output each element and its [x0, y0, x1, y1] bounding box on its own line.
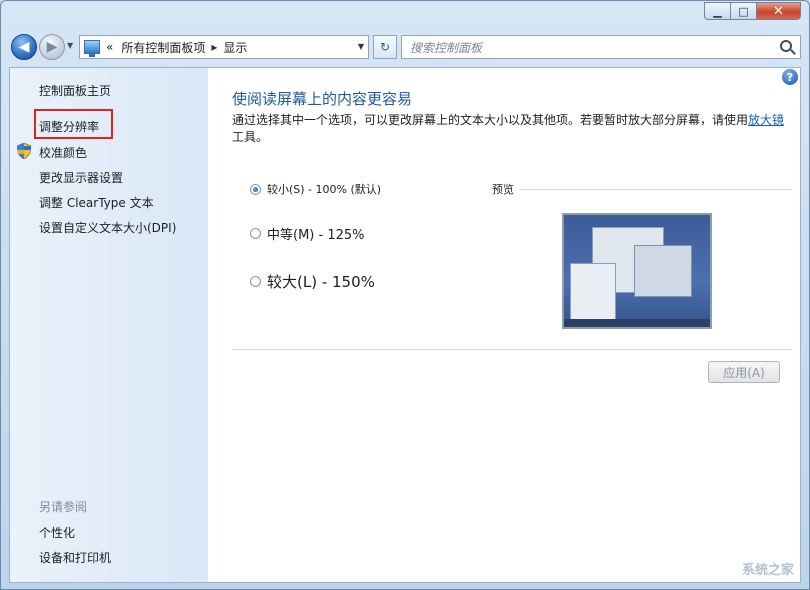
- option-larger[interactable]: 较大(L) - 150%: [250, 271, 375, 292]
- radio-smaller[interactable]: [250, 183, 261, 195]
- radio-larger[interactable]: [250, 276, 261, 287]
- description-text-end: 工具。: [232, 130, 269, 144]
- separator: [232, 349, 792, 350]
- sidebar-item-home[interactable]: 控制面板主页: [39, 82, 111, 99]
- preview-taskbar: [564, 319, 710, 327]
- page-description: 通过选择其中一个选项，可以更改屏幕上的文本大小以及其他项。若要暂时放大部分屏幕，…: [232, 112, 792, 146]
- recent-pages-dropdown[interactable]: ▼: [67, 41, 73, 50]
- breadcrumb-separator-icon[interactable]: ▸: [211, 40, 217, 54]
- preview-divider: [520, 189, 792, 190]
- refresh-button[interactable]: ↻: [373, 35, 397, 59]
- watermark-logo: 系统之家: [741, 563, 794, 578]
- sidebar-item-devices-printers[interactable]: 设备和打印机: [39, 549, 111, 566]
- close-button[interactable]: ✕: [757, 2, 801, 20]
- sidebar-item-display-settings[interactable]: 更改显示器设置: [39, 169, 123, 186]
- radio-medium[interactable]: [250, 228, 261, 239]
- shield-icon: [17, 143, 31, 159]
- preview-window-front: [634, 245, 692, 297]
- option-medium-label: 中等(M) - 125%: [267, 228, 365, 243]
- maximize-button[interactable]: □: [731, 2, 757, 20]
- option-medium[interactable]: 中等(M) - 125%: [250, 224, 364, 243]
- breadcrumb-display[interactable]: 显示: [223, 39, 247, 56]
- task-pane: 控制面板主页 调整分辨率 校准颜色 更改显示器设置 调整 ClearType 文…: [10, 68, 208, 582]
- sidebar-item-cleartype[interactable]: 调整 ClearType 文本: [39, 194, 154, 211]
- back-button[interactable]: ◀: [11, 34, 37, 60]
- sidebar-item-personalization[interactable]: 个性化: [39, 524, 75, 541]
- address-dropdown-icon[interactable]: ▼: [358, 42, 364, 51]
- sidebar-item-custom-dpi[interactable]: 设置自定义文本大小(DPI): [39, 219, 176, 236]
- help-icon[interactable]: ?: [782, 69, 798, 85]
- preview-image: [562, 213, 712, 329]
- navigation-bar: ◀ ▶ ▼ « 所有控制面板项 ▸ 显示 ▼ ↻ 搜索控制面板: [9, 33, 801, 61]
- content-area: 控制面板主页 调整分辨率 校准颜色 更改显示器设置 调整 ClearType 文…: [9, 67, 801, 583]
- minimize-button[interactable]: ▁: [704, 2, 731, 20]
- address-bar[interactable]: « 所有控制面板项 ▸ 显示 ▼: [79, 35, 369, 59]
- option-larger-label: 较大(L) - 150%: [267, 273, 375, 291]
- magnifier-link[interactable]: 放大镜: [748, 113, 784, 127]
- option-smaller-label: 较小(S) - 100% (默认): [267, 183, 382, 196]
- sidebar-item-resolution[interactable]: 调整分辨率: [39, 118, 99, 135]
- preview-window-left: [570, 263, 616, 321]
- main-panel: ? 使阅读屏幕上的内容更容易 通过选择其中一个选项，可以更改屏幕上的文本大小以及…: [208, 68, 800, 582]
- sidebar-item-calibrate-color[interactable]: 校准颜色: [39, 144, 87, 161]
- search-input[interactable]: 搜索控制面板: [401, 35, 801, 59]
- control-panel-icon: [84, 40, 100, 57]
- control-panel-window: ▁ □ ✕ ◀ ▶ ▼ « 所有控制面板项 ▸ 显示 ▼ ↻ 搜索控制面板 控制…: [0, 0, 810, 590]
- breadcrumb-overflow[interactable]: «: [106, 40, 113, 54]
- search-placeholder: 搜索控制面板: [410, 40, 483, 55]
- see-also-heading: 另请参阅: [39, 500, 88, 514]
- caption-buttons: ▁ □ ✕: [704, 2, 801, 20]
- search-icon[interactable]: [780, 40, 792, 52]
- preview-label: 预览: [492, 183, 514, 196]
- page-title: 使阅读屏幕上的内容更容易: [232, 90, 413, 108]
- apply-button[interactable]: 应用(A): [708, 361, 780, 383]
- forward-button[interactable]: ▶: [39, 34, 65, 60]
- description-text: 通过选择其中一个选项，可以更改屏幕上的文本大小以及其他项。若要暂时放大部分屏幕，…: [232, 113, 749, 127]
- breadcrumb-all-items[interactable]: 所有控制面板项: [121, 39, 205, 56]
- option-smaller[interactable]: 较小(S) - 100% (默认): [250, 181, 381, 197]
